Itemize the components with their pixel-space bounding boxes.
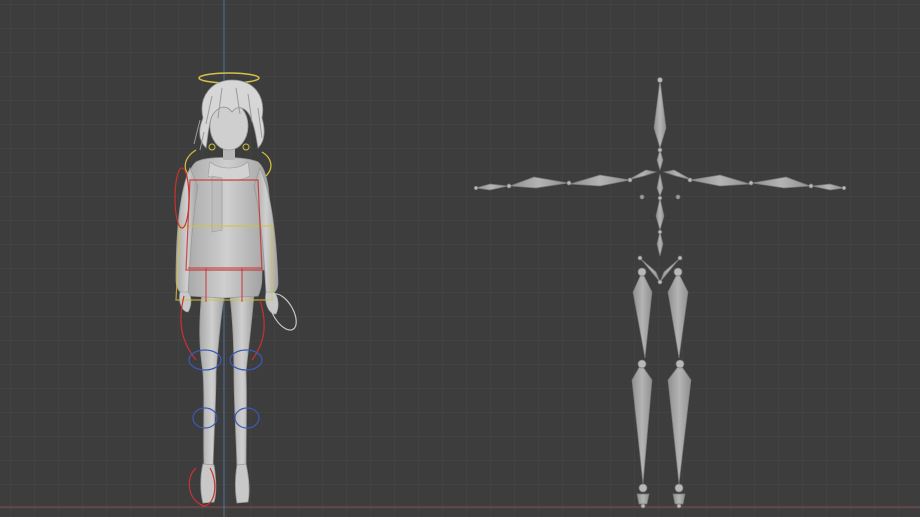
right-ankle-joint[interactable]: [674, 483, 684, 493]
right-elbow-joint[interactable]: [748, 180, 754, 186]
spine-joint-1[interactable]: [657, 195, 663, 201]
spine-joint-2[interactable]: [657, 229, 663, 235]
viewport-canvas[interactable]: [0, 0, 920, 517]
left-shoulder-joint[interactable]: [627, 177, 633, 183]
chest-helper-right[interactable]: [675, 194, 681, 200]
viewport-grid: [0, 0, 920, 517]
scarf-tail-mesh: [211, 175, 223, 233]
right-shoulder-joint[interactable]: [687, 177, 693, 183]
shorts-mesh: [186, 267, 263, 299]
left-knee-joint[interactable]: [637, 359, 647, 369]
left-elbow-joint[interactable]: [566, 180, 572, 186]
pelvis-right-joint[interactable]: [677, 255, 683, 261]
right-wrist-joint[interactable]: [808, 183, 814, 189]
right-knee-joint[interactable]: [675, 359, 685, 369]
left-ankle-joint[interactable]: [638, 483, 648, 493]
hip-root-joint[interactable]: [657, 279, 663, 285]
right-toe-joint[interactable]: [676, 503, 682, 509]
3d-viewport[interactable]: [0, 0, 920, 517]
right-foot-bone[interactable]: [672, 493, 686, 505]
left-foot-bone[interactable]: [636, 493, 650, 505]
left-fingertip-joint[interactable]: [473, 185, 479, 191]
neck-joint[interactable]: [657, 147, 663, 153]
left-wrist-joint[interactable]: [506, 183, 512, 189]
left-hip-joint[interactable]: [637, 267, 647, 277]
right-foot-mesh: [235, 463, 250, 504]
right-hip-joint[interactable]: [673, 267, 683, 277]
pelvis-left-joint[interactable]: [637, 255, 643, 261]
left-toe-joint[interactable]: [640, 503, 646, 509]
head-tail-joint[interactable]: [657, 77, 663, 83]
chest-helper-left[interactable]: [639, 194, 645, 200]
right-fingertip-joint[interactable]: [841, 185, 847, 191]
